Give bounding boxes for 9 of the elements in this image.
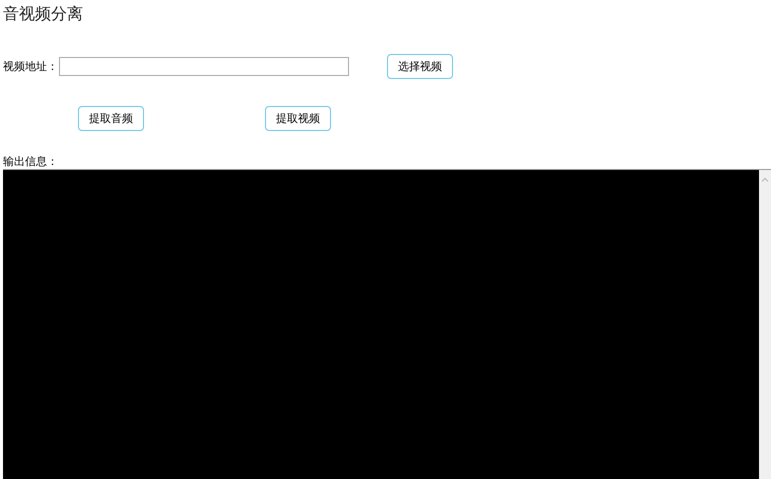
scroll-up-icon[interactable]	[761, 177, 769, 182]
field-label: 视频地址：	[3, 58, 58, 74]
extract-button[interactable]: 提取视频	[265, 106, 331, 131]
video-path-field[interactable]	[59, 56, 349, 76]
extract-button[interactable]: 提取音频	[78, 106, 144, 131]
output-label: 输出信息：	[3, 156, 59, 168]
scrollbar[interactable]	[759, 170, 771, 479]
page-title: 音视频分离	[3, 3, 84, 25]
choose-video-button[interactable]: 选择视频	[387, 54, 453, 78]
